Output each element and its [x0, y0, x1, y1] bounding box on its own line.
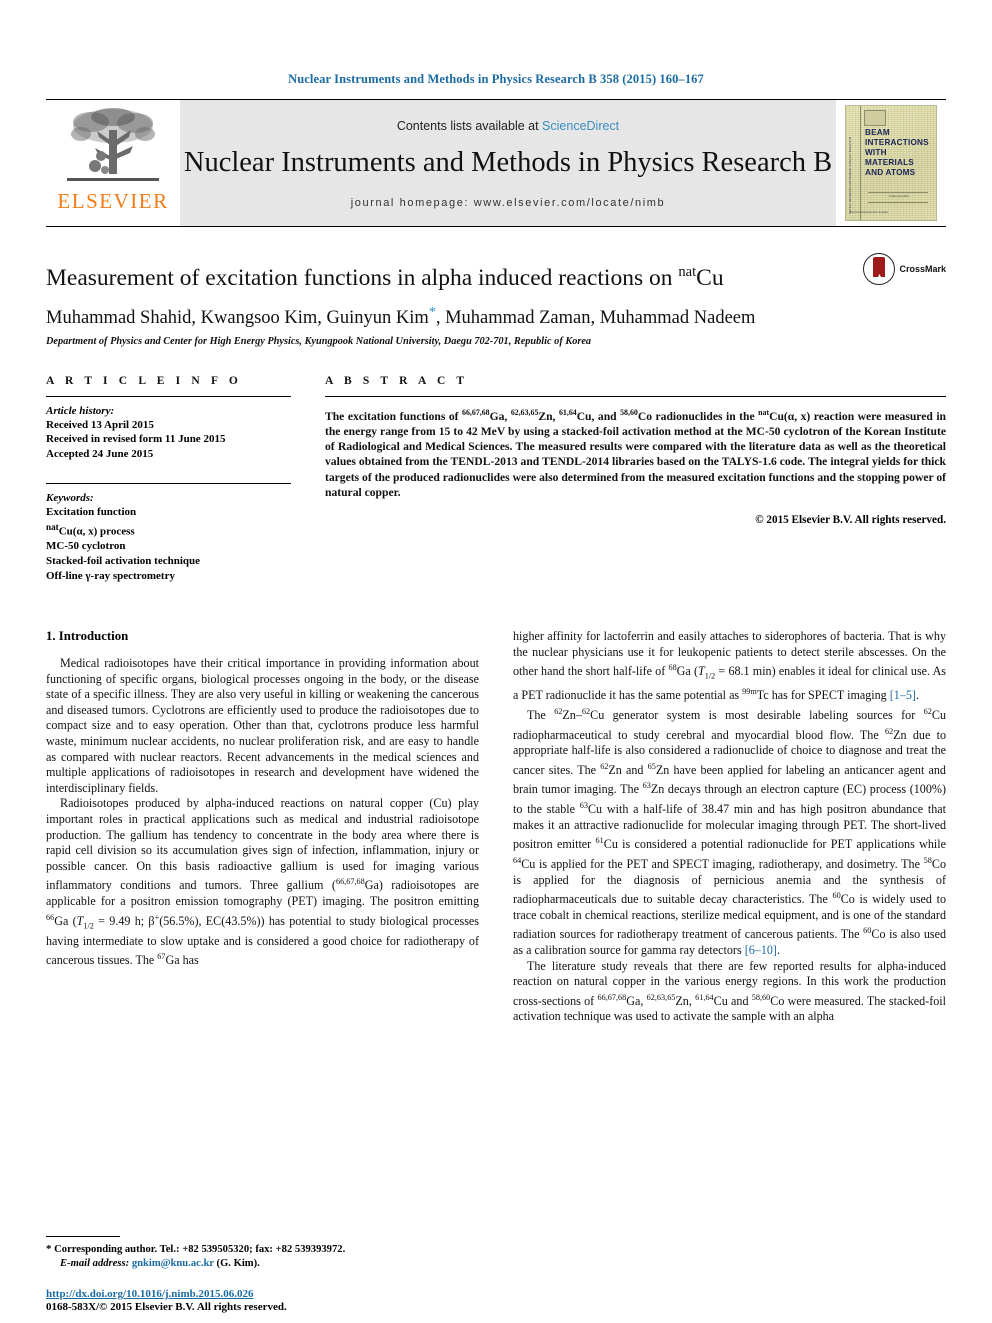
cover-line-5: AND ATOMS [865, 168, 916, 177]
cover-elsevier-mark [864, 110, 886, 126]
abstract-rule [325, 395, 946, 397]
elsevier-tree-icon [67, 108, 159, 181]
footnote-email-link[interactable]: gnkim@knu.ac.kr [132, 1258, 214, 1269]
elsevier-wordmark: ELSEVIER [57, 189, 169, 213]
article-info-label: A R T I C L E I N F O [46, 374, 242, 387]
keywords-rule [46, 483, 291, 485]
journal-masthead: ELSEVIER Contents lists available at Sci… [46, 99, 946, 227]
article-history-label: Article history: [46, 404, 115, 417]
corresponding-author-marker[interactable]: * [429, 305, 436, 320]
issn-copyright-line: 0168-583X/© 2015 Elsevier B.V. All right… [46, 1301, 287, 1313]
footnote-corresponding-text: Corresponding author. Tel.: +82 53950532… [51, 1244, 346, 1255]
cover-side-text: Nuclear Instruments and Methods in Physi… [848, 136, 852, 214]
cover-line-1: BEAM [865, 128, 890, 137]
journal-cover-block: Nuclear Instruments and Methods in Physi… [836, 100, 946, 226]
abstract-copyright: © 2015 Elsevier B.V. All rights reserved… [755, 514, 946, 527]
cover-footer-small: Editor-in-Chief [889, 194, 909, 198]
abstract-column: A B S T R A C T The excitation functions… [325, 375, 946, 583]
body-columns: 1. Introduction Medical radioisotopes ha… [46, 629, 946, 1025]
footnote-block: * Corresponding author. Tel.: +82 539505… [46, 1236, 466, 1271]
article-history-received: Received 13 April 2015 [46, 418, 154, 431]
article-history-revised: Received in revised form 11 June 2015 [46, 433, 226, 446]
cover-line-2: INTERACTIONS [865, 138, 929, 147]
title-tail-text: Cu [696, 264, 724, 291]
section-heading-introduction: 1. Introduction [46, 629, 129, 644]
paragraph: Medical radioisotopes have their critica… [46, 656, 479, 795]
footnote-divider [46, 1236, 120, 1237]
author-list: Muhammad Shahid, Kwangsoo Kim, Guinyun K… [46, 305, 946, 329]
footnote-corresponding-author: * Corresponding author. Tel.: +82 539505… [46, 1242, 466, 1257]
elsevier-logo-block: ELSEVIER [46, 100, 180, 226]
citation-link[interactable]: [6–10] [745, 943, 777, 957]
sciencedirect-link[interactable]: ScienceDirect [542, 119, 619, 133]
article-history-accepted: Accepted 24 June 2015 [46, 447, 154, 460]
authors-head: Muhammad Shahid, Kwangsoo Kim, Guinyun K… [46, 307, 429, 328]
author-affiliation: Department of Physics and Center for Hig… [46, 335, 592, 347]
crossmark-icon [863, 253, 896, 285]
body-column-left: 1. Introduction Medical radioisotopes ha… [46, 629, 479, 1025]
page-title: Measurement of excitation functions in a… [46, 257, 946, 293]
paragraph: The 62Zn–62Cu generator system is most d… [513, 706, 947, 957]
journal-title: Nuclear Instruments and Methods in Physi… [183, 147, 833, 178]
cover-footer-small-2: Elsevier International Journal [850, 210, 888, 214]
keywords-label: Keywords: [46, 492, 94, 505]
keyword-item: natCu(α, x) process [46, 522, 135, 538]
keyword-item: MC-50 cyclotron [46, 540, 126, 553]
crossmark-label: CrossMark [899, 264, 946, 274]
cover-line-3: WITH [865, 148, 887, 157]
crossmark-badge-group[interactable]: CrossMark [863, 253, 946, 285]
journal-center-panel: Contents lists available at ScienceDirec… [180, 100, 836, 226]
cover-divider-2 [868, 202, 928, 203]
abstract-label: A B S T R A C T [325, 374, 469, 387]
footnote-email-line: E-mail address: gnkim@knu.ac.kr (G. Kim)… [46, 1257, 466, 1271]
paragraph: Radioisotopes produced by alpha-induced … [46, 796, 480, 968]
body-column-right: higher affinity for lactoferrin and easi… [513, 629, 946, 1025]
cover-line-4: MATERIALS [865, 158, 914, 167]
title-main-text: Measurement of excitation functions in a… [46, 264, 679, 291]
keyword-item: Stacked-foil activation technique [46, 554, 200, 567]
footnote-email-owner: (G. Kim). [213, 1258, 260, 1269]
article-info-rule [46, 395, 291, 397]
cover-spine-line [860, 106, 861, 220]
journal-homepage-link[interactable]: journal homepage: www.elsevier.com/locat… [351, 197, 666, 209]
doi-link[interactable]: http://dx.doi.org/10.1016/j.nimb.2015.06… [46, 1288, 476, 1300]
running-head: Nuclear Instruments and Methods in Physi… [288, 72, 704, 86]
title-superscript-nat: nat [678, 264, 697, 280]
citation-link[interactable]: [1–5] [890, 688, 916, 702]
keyword-item: Off-line γ-ray spectrometry [46, 569, 175, 582]
paragraph: higher affinity for lactoferrin and easi… [513, 629, 947, 703]
abstract-text: The excitation functions of 66,67,68Ga, … [325, 407, 946, 499]
contents-available-line: Contents lists available at ScienceDirec… [397, 119, 619, 133]
cover-divider-1 [868, 192, 928, 193]
title-block: Measurement of excitation functions in a… [46, 253, 946, 347]
doi-block: http://dx.doi.org/10.1016/j.nimb.2015.06… [46, 1288, 476, 1313]
paragraph: The literature study reveals that there … [513, 958, 946, 1024]
keyword-item: Excitation function [46, 506, 137, 519]
journal-cover-image: Nuclear Instruments and Methods in Physi… [845, 105, 937, 221]
cover-title-text: BEAM INTERACTIONS WITH MATERIALS AND ATO… [865, 128, 932, 178]
article-page: Nuclear Instruments and Methods in Physi… [0, 0, 992, 1323]
info-abstract-region: A R T I C L E I N F O Article history: R… [46, 375, 946, 583]
authors-tail: , Muhammad Zaman, Muhammad Nadeem [435, 307, 756, 328]
contents-prefix: Contents lists available at [396, 119, 543, 133]
article-info-column: A R T I C L E I N F O Article history: R… [46, 375, 291, 583]
footnote-email-label: E-mail address: [60, 1258, 130, 1269]
